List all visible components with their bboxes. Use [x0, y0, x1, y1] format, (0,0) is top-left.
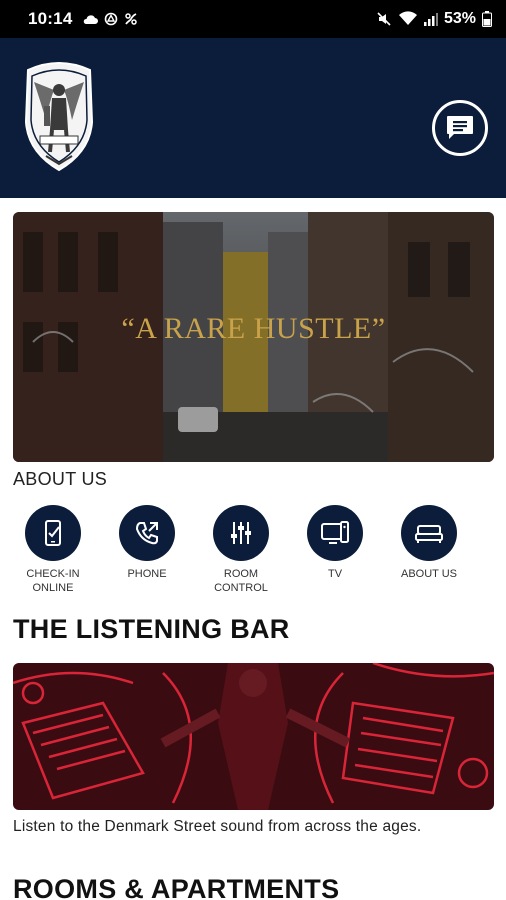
- signal-icon: [423, 13, 438, 26]
- rooms-apartments-title: ROOMS & APARTMENTS: [13, 874, 340, 900]
- battery-icon: [482, 11, 492, 27]
- recycle-icon: [105, 12, 118, 26]
- chat-button[interactable]: [432, 100, 488, 156]
- hero-quote: “A RARE HUSTLE”: [121, 312, 386, 345]
- bed-icon: [415, 525, 443, 543]
- neon-piano-image: [13, 663, 494, 810]
- tv-icon: [321, 521, 349, 544]
- quick-label: TV: [327, 568, 343, 580]
- mute-icon: [377, 12, 391, 26]
- quick-label: CHECK-IN ONLINE: [26, 568, 80, 594]
- status-system-icons: 53%: [376, 10, 492, 28]
- status-notification-icons: [82, 12, 138, 26]
- wifi-icon: [398, 11, 417, 25]
- phone-button[interactable]: PHONE: [100, 505, 194, 595]
- listening-bar-banner[interactable]: [13, 663, 494, 810]
- quick-label: ROOM CONTROL: [214, 568, 268, 594]
- chat-icon: [447, 116, 473, 139]
- listening-bar-title: THE LISTENING BAR: [13, 614, 290, 644]
- quick-actions: CHECK-IN ONLINE PHONE ROOM CONTROL TV AB…: [6, 505, 476, 595]
- app-header: [0, 38, 506, 198]
- battery-percent: 53%: [443, 10, 476, 27]
- status-bar: 10:14 53%: [0, 0, 506, 38]
- link-icon: [125, 13, 138, 25]
- tv-button[interactable]: TV: [288, 505, 382, 595]
- hero-banner[interactable]: “A RARE HUSTLE”: [13, 212, 494, 462]
- mobile-checkin-icon: [45, 520, 61, 546]
- hotel-crest-logo[interactable]: [20, 60, 98, 172]
- cloud-icon: [84, 15, 99, 24]
- status-time: 10:14: [28, 9, 73, 28]
- about-us-label: ABOUT US: [13, 469, 108, 489]
- sliders-icon: [231, 522, 251, 544]
- about-us-button[interactable]: ABOUT US: [382, 505, 476, 595]
- quick-label: PHONE: [127, 568, 167, 580]
- check-in-online-button[interactable]: CHECK-IN ONLINE: [6, 505, 100, 595]
- phone-icon: [135, 522, 158, 545]
- quick-label: ABOUT US: [400, 568, 458, 580]
- room-control-button[interactable]: ROOM CONTROL: [194, 505, 288, 595]
- listening-bar-caption: Listen to the Denmark Street sound from …: [13, 818, 422, 835]
